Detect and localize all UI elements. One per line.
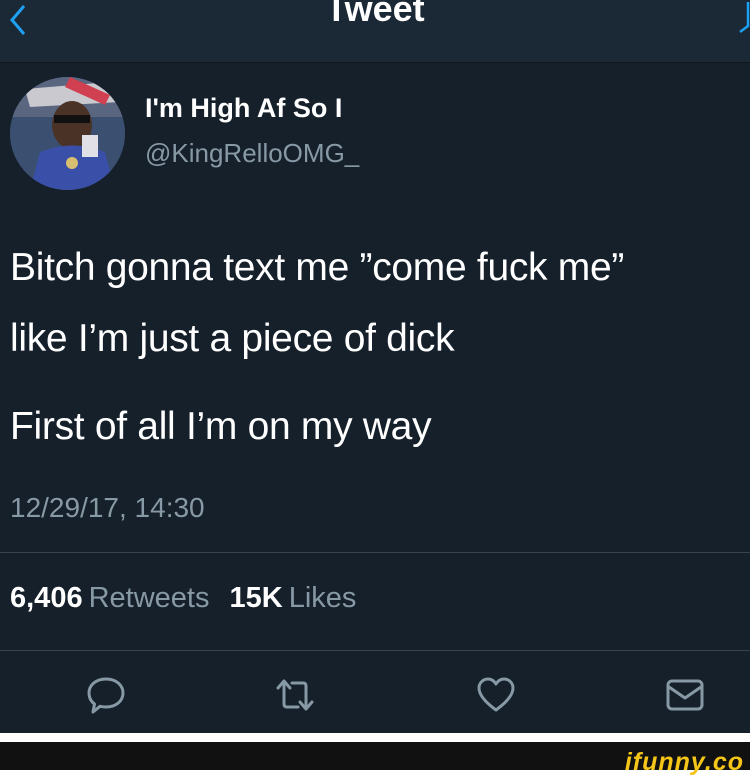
engagement-stats: 6,406 Retweets 15K Likes xyxy=(10,582,368,615)
retweet-icon xyxy=(276,679,314,711)
reply-icon xyxy=(87,677,125,714)
ifunny-watermark: ifunny.co xyxy=(624,748,744,776)
user-handle[interactable]: @KingRelloOMG_ xyxy=(145,138,359,169)
envelope-icon xyxy=(666,679,704,711)
top-bar: Tweet xyxy=(0,0,750,63)
compose-icon[interactable] xyxy=(736,0,750,34)
avatar[interactable] xyxy=(10,77,125,190)
watermark-bar: ifunny.co xyxy=(0,742,750,776)
header-title: Tweet xyxy=(325,0,425,29)
divider xyxy=(0,552,750,553)
like-button[interactable] xyxy=(473,672,519,718)
retweet-label[interactable]: Retweets xyxy=(89,582,210,614)
reply-button[interactable] xyxy=(83,672,129,718)
timestamp: 12/29/17, 14:30 xyxy=(10,492,205,523)
tweet-text-line: like I’m just a piece of dick xyxy=(10,317,455,360)
retweet-count[interactable]: 6,406 xyxy=(10,582,83,614)
heart-icon xyxy=(477,677,515,712)
divider xyxy=(0,650,750,651)
retweet-button[interactable] xyxy=(272,672,318,718)
footer: ifunny.co xyxy=(0,733,750,776)
share-button[interactable] xyxy=(662,672,708,718)
tweet-text-line: Bitch gonna text me ”come fuck me” xyxy=(10,246,625,289)
like-count[interactable]: 15K xyxy=(230,582,283,614)
tweet-screen: Tweet I'm High Af So I @KingRelloOMG_ Bi… xyxy=(0,0,750,733)
display-name[interactable]: I'm High Af So I xyxy=(145,93,342,124)
tweet-text-line: First of all I’m on my way xyxy=(10,405,432,448)
like-label[interactable]: Likes xyxy=(289,582,357,614)
